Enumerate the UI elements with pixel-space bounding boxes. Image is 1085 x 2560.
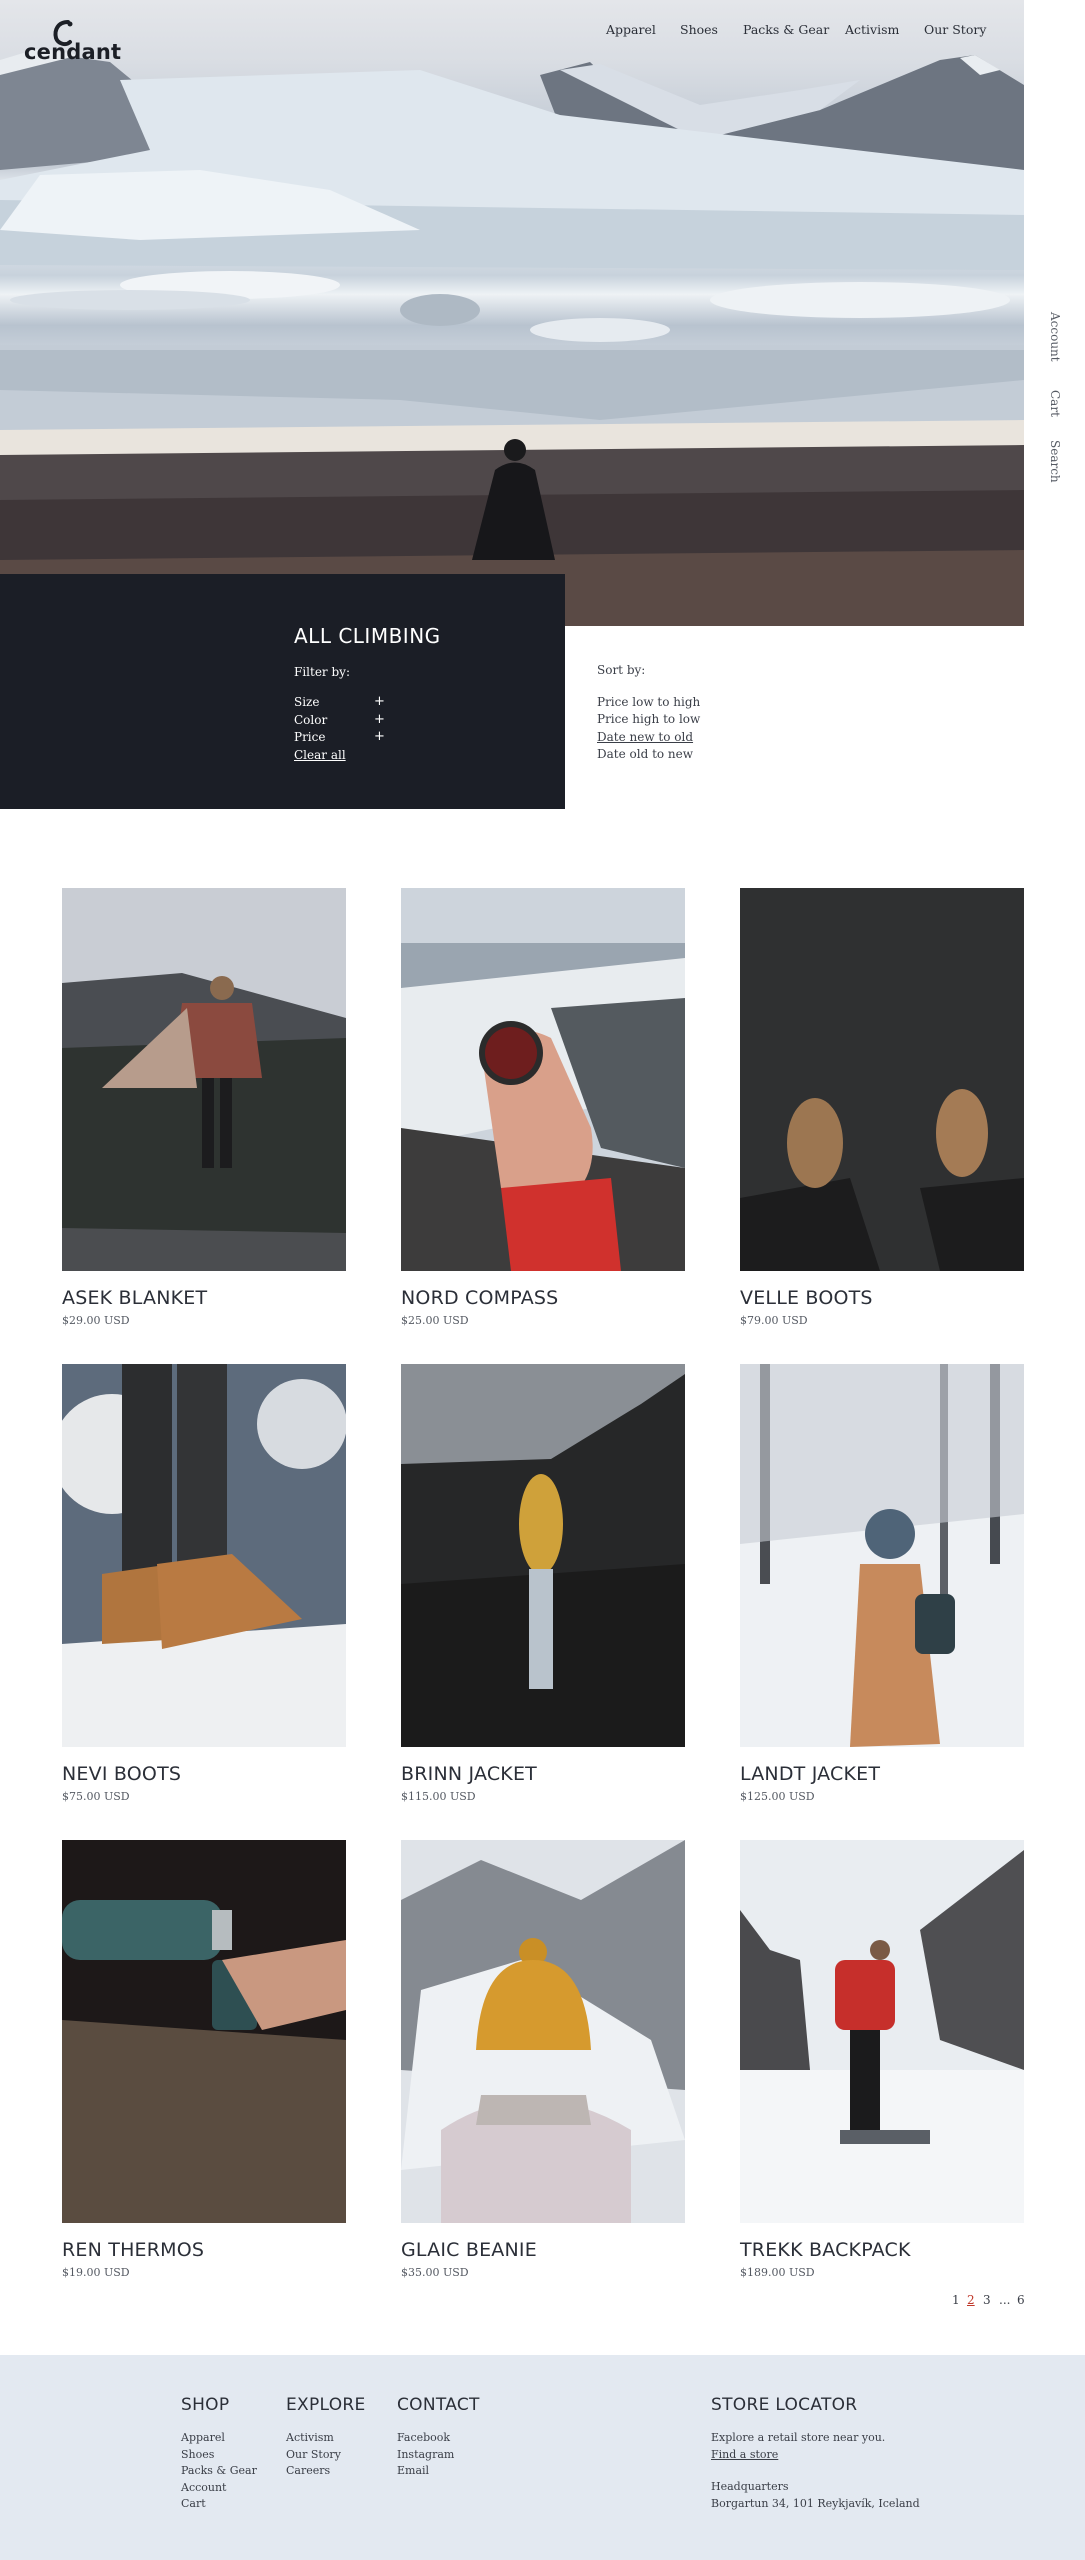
nav-item-activism[interactable]: Activism bbox=[845, 22, 899, 37]
product-card[interactable]: NEVI BOOTS $75.00 USD bbox=[62, 1364, 346, 1803]
product-image[interactable] bbox=[401, 888, 685, 1271]
product-name[interactable]: GLAIC BEANIE bbox=[401, 2239, 685, 2261]
sort-option-price-low-high[interactable]: Price low to high bbox=[597, 695, 700, 709]
footer-link-instagram[interactable]: Instagram bbox=[397, 2447, 480, 2464]
footer-link-account[interactable]: Account bbox=[181, 2480, 257, 2497]
product-name[interactable]: VELLE BOOTS bbox=[740, 1287, 1024, 1309]
footer-explore-column: EXPLORE Activism Our Story Careers bbox=[286, 2395, 366, 2480]
category-title: ALL CLIMBING bbox=[294, 624, 441, 648]
product-price: $19.00 USD bbox=[62, 2266, 130, 2279]
product-image[interactable] bbox=[740, 1840, 1024, 2223]
footer-link-apparel[interactable]: Apparel bbox=[181, 2430, 257, 2447]
product-image[interactable] bbox=[740, 1364, 1024, 1747]
page-link-1[interactable]: 1 bbox=[952, 2293, 960, 2307]
product-image[interactable] bbox=[62, 1840, 346, 2223]
find-store-link[interactable]: Find a store bbox=[711, 2447, 920, 2464]
footer-link-facebook[interactable]: Facebook bbox=[397, 2430, 480, 2447]
filter-price[interactable]: Price + bbox=[294, 729, 385, 746]
product-price: $35.00 USD bbox=[401, 2266, 469, 2279]
brand-name[interactable]: cendant bbox=[24, 40, 121, 64]
product-name[interactable]: NORD COMPASS bbox=[401, 1287, 685, 1309]
page-link-3[interactable]: 3 bbox=[983, 2293, 991, 2307]
product-image[interactable] bbox=[401, 1364, 685, 1747]
filter-color-label: Color bbox=[294, 713, 328, 727]
footer-store-locator-column: STORE LOCATOR Explore a retail store nea… bbox=[711, 2395, 920, 2512]
store-locator-text: Explore a retail store near you. bbox=[711, 2431, 886, 2444]
filter-color[interactable]: Color + bbox=[294, 712, 385, 729]
product-card[interactable]: NORD COMPASS $25.00 USD bbox=[401, 888, 685, 1327]
product-image[interactable] bbox=[62, 888, 346, 1271]
product-card[interactable]: GLAIC BEANIE $35.00 USD bbox=[401, 1840, 685, 2279]
glacier-landscape-illustration bbox=[0, 48, 1024, 626]
product-name[interactable]: BRINN JACKET bbox=[401, 1763, 685, 1785]
sort-option-date-old-new[interactable]: Date old to new bbox=[597, 747, 693, 761]
product-name[interactable]: REN THERMOS bbox=[62, 2239, 346, 2261]
nav-item-our-story[interactable]: Our Story bbox=[924, 22, 986, 37]
headquarters-address: Borgartun 34, 101 Reykjavík, Iceland bbox=[711, 2496, 920, 2510]
product-price: $29.00 USD bbox=[62, 1314, 130, 1327]
nav-item-apparel[interactable]: Apparel bbox=[606, 22, 656, 37]
product-price: $75.00 USD bbox=[62, 1790, 130, 1803]
footer-explore-title: EXPLORE bbox=[286, 2395, 366, 2415]
side-nav-search[interactable]: Search bbox=[1048, 440, 1062, 483]
page-link-2[interactable]: 2 bbox=[967, 2293, 975, 2307]
clear-all-link[interactable]: Clear all bbox=[294, 748, 346, 762]
sort-by-label: Sort by: bbox=[597, 663, 646, 677]
product-price: $115.00 USD bbox=[401, 1790, 476, 1803]
nav-item-packs-gear[interactable]: Packs & Gear bbox=[743, 22, 829, 37]
product-name[interactable]: TREKK BACKPACK bbox=[740, 2239, 1024, 2261]
footer-link-cart[interactable]: Cart bbox=[181, 2496, 257, 2513]
footer-store-locator-title: STORE LOCATOR bbox=[711, 2395, 858, 2415]
filter-size-label: Size bbox=[294, 695, 320, 709]
footer-link-packs-gear[interactable]: Packs & Gear bbox=[181, 2463, 257, 2480]
footer-shop-column: SHOP Apparel Shoes Packs & Gear Account … bbox=[181, 2395, 257, 2513]
product-card[interactable]: TREKK BACKPACK $189.00 USD bbox=[740, 1840, 1024, 2279]
footer-link-activism[interactable]: Activism bbox=[286, 2430, 366, 2447]
product-card[interactable]: BRINN JACKET $115.00 USD bbox=[401, 1364, 685, 1803]
product-card[interactable]: ASEK BLANKET $29.00 USD bbox=[62, 888, 346, 1327]
plus-icon[interactable]: + bbox=[374, 694, 385, 709]
site-footer: SHOP Apparel Shoes Packs & Gear Account … bbox=[0, 2355, 1085, 2560]
footer-shop-title: SHOP bbox=[181, 2395, 230, 2415]
product-image[interactable] bbox=[401, 1840, 685, 2223]
product-name[interactable]: ASEK BLANKET bbox=[62, 1287, 346, 1309]
footer-link-email[interactable]: Email bbox=[397, 2463, 480, 2480]
footer-link-shoes[interactable]: Shoes bbox=[181, 2447, 257, 2464]
plus-icon[interactable]: + bbox=[374, 712, 385, 727]
product-price: $79.00 USD bbox=[740, 1314, 808, 1327]
nav-item-shoes[interactable]: Shoes bbox=[680, 22, 718, 37]
product-price: $125.00 USD bbox=[740, 1790, 815, 1803]
headquarters-label: Headquarters bbox=[711, 2480, 789, 2493]
footer-link-our-story[interactable]: Our Story bbox=[286, 2447, 366, 2464]
top-navigation: Apparel Shoes Packs & Gear Activism Our … bbox=[0, 22, 1085, 42]
product-card[interactable]: VELLE BOOTS $79.00 USD bbox=[740, 888, 1024, 1327]
filter-price-label: Price bbox=[294, 730, 326, 744]
filter-panel: ALL CLIMBING Filter by: Size + Color + P… bbox=[0, 574, 565, 809]
sort-option-price-high-low[interactable]: Price high to low bbox=[597, 712, 700, 726]
page-link-6[interactable]: 6 bbox=[1017, 2293, 1025, 2307]
side-nav-account[interactable]: Account bbox=[1048, 312, 1062, 362]
sort-option-date-new-old[interactable]: Date new to old bbox=[597, 730, 693, 744]
footer-contact-column: CONTACT Facebook Instagram Email bbox=[397, 2395, 480, 2480]
page-ellipsis: ... bbox=[999, 2293, 1011, 2307]
product-price: $189.00 USD bbox=[740, 2266, 815, 2279]
product-name[interactable]: NEVI BOOTS bbox=[62, 1763, 346, 1785]
filter-by-label: Filter by: bbox=[294, 665, 350, 679]
product-name[interactable]: LANDT JACKET bbox=[740, 1763, 1024, 1785]
filter-size[interactable]: Size + bbox=[294, 694, 385, 711]
product-image[interactable] bbox=[740, 888, 1024, 1271]
footer-contact-title: CONTACT bbox=[397, 2395, 480, 2415]
product-image[interactable] bbox=[62, 1364, 346, 1747]
hero-image bbox=[0, 0, 1024, 626]
plus-icon[interactable]: + bbox=[374, 729, 385, 744]
side-nav-cart[interactable]: Cart bbox=[1048, 390, 1062, 417]
footer-link-careers[interactable]: Careers bbox=[286, 2463, 366, 2480]
product-card[interactable]: REN THERMOS $19.00 USD bbox=[62, 1840, 346, 2279]
product-card[interactable]: LANDT JACKET $125.00 USD bbox=[740, 1364, 1024, 1803]
product-price: $25.00 USD bbox=[401, 1314, 469, 1327]
